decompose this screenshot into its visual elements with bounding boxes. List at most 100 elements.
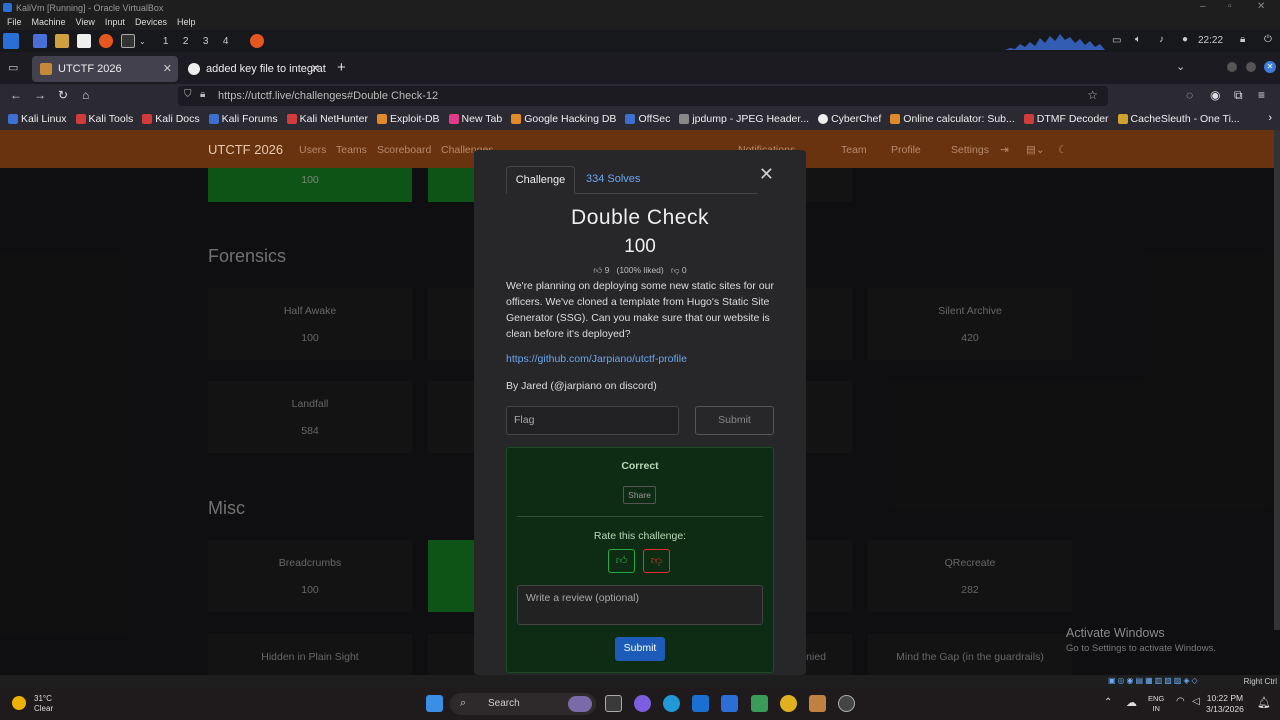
bookmark-item[interactable]: DTMF Decoder bbox=[1023, 113, 1109, 125]
files-icon[interactable] bbox=[55, 34, 69, 48]
tray-overflow-icon[interactable]: ⌃ bbox=[1104, 697, 1112, 708]
flag-submit-button[interactable]: Submit bbox=[695, 406, 774, 435]
wifi-icon[interactable]: ◠ bbox=[1176, 696, 1185, 707]
tab-challenge[interactable]: Challenge bbox=[506, 166, 575, 194]
volume-icon[interactable]: 🔈︎ bbox=[1135, 34, 1141, 45]
close-icon[interactable]: ✕ bbox=[1257, 1, 1265, 12]
menu-machine[interactable]: Machine bbox=[32, 17, 66, 30]
virtualbox-taskbar-icon[interactable] bbox=[809, 695, 826, 712]
notification-bell-icon[interactable]: 🔔︎ bbox=[1257, 696, 1271, 709]
review-textarea[interactable]: Write a review (optional) bbox=[517, 585, 763, 625]
lock-icon[interactable]: 🔒︎ bbox=[1240, 34, 1245, 45]
store-icon[interactable] bbox=[721, 695, 738, 712]
menu-file[interactable]: File bbox=[7, 17, 22, 30]
tab-utctf[interactable]: UTCTF 2026 ✕ bbox=[32, 56, 178, 82]
theme-toggle-icon[interactable]: ☾ bbox=[1058, 144, 1067, 156]
nav-settings[interactable]: Settings bbox=[951, 144, 989, 156]
bookmark-item[interactable]: New Tab bbox=[448, 113, 502, 125]
logout-icon[interactable]: ⇥ bbox=[1000, 144, 1009, 156]
account-icon[interactable]: ◉ bbox=[1210, 88, 1220, 102]
taskbar-search[interactable]: ⌕ Search bbox=[450, 693, 596, 715]
power-icon[interactable]: ⏻ bbox=[1264, 34, 1272, 45]
language-indicator[interactable]: ENG IN bbox=[1148, 694, 1164, 714]
pocket-icon[interactable]: ◌ bbox=[1186, 88, 1193, 102]
bookmark-star-icon[interactable]: ☆ bbox=[1087, 88, 1098, 102]
home-icon[interactable]: ⌂ bbox=[82, 88, 89, 102]
weather-widget[interactable]: 31°C Clear bbox=[12, 694, 53, 714]
bookmark-item[interactable]: Kali Linux bbox=[8, 113, 67, 125]
share-button[interactable]: Share bbox=[623, 486, 656, 504]
display-icon[interactable]: ▭ bbox=[1112, 35, 1121, 46]
review-submit-button[interactable]: Submit bbox=[615, 637, 665, 661]
thumbs-down-button[interactable]: 👎︎ bbox=[643, 549, 670, 573]
kali-menu-icon[interactable] bbox=[3, 33, 19, 49]
tab-solves[interactable]: 334 Solves bbox=[586, 173, 640, 185]
terminal-icon[interactable] bbox=[121, 34, 135, 48]
chevron-down-icon[interactable]: ⌄ bbox=[1176, 60, 1185, 73]
chevron-right-icon[interactable]: › bbox=[1268, 112, 1272, 124]
workspace-3[interactable]: 3 bbox=[196, 36, 216, 47]
lock-icon[interactable]: 🔒︎ bbox=[200, 89, 205, 100]
minimize-icon[interactable] bbox=[1227, 62, 1237, 72]
edge-icon[interactable] bbox=[663, 695, 680, 712]
challenge-link[interactable]: https://github.com/Jarpiano/utctf-profil… bbox=[506, 353, 687, 365]
language-icon[interactable]: ▤⌄ bbox=[1026, 144, 1045, 156]
bookmark-item[interactable]: jpdump - JPEG Header... bbox=[679, 113, 809, 125]
menu-devices[interactable]: Devices bbox=[135, 17, 167, 30]
firefox-icon[interactable] bbox=[99, 34, 113, 48]
bell-icon[interactable]: ♪ bbox=[1159, 34, 1164, 45]
forward-icon[interactable]: → bbox=[34, 88, 46, 102]
close-icon[interactable]: ✕ bbox=[1264, 61, 1276, 73]
maximize-icon[interactable] bbox=[1246, 62, 1256, 72]
bookmark-item[interactable]: Kali Forums bbox=[208, 113, 278, 125]
site-brand[interactable]: UTCTF 2026 bbox=[208, 142, 283, 157]
new-tab-icon[interactable]: + bbox=[337, 59, 346, 76]
nav-scoreboard[interactable]: Scoreboard bbox=[377, 144, 431, 156]
copilot-icon[interactable] bbox=[634, 695, 651, 712]
flag-input[interactable]: Flag bbox=[506, 406, 679, 435]
taskbar-clock[interactable]: 10:22 PM 3/13/2026 bbox=[1206, 693, 1244, 715]
menu-view[interactable]: View bbox=[76, 17, 95, 30]
tab-list-icon[interactable]: ▭ bbox=[8, 61, 18, 74]
vscode-icon[interactable] bbox=[751, 695, 768, 712]
thumbs-up-button[interactable]: 👍︎ bbox=[608, 549, 635, 573]
outlook-icon[interactable] bbox=[692, 695, 709, 712]
page-scrollbar[interactable] bbox=[1274, 130, 1280, 630]
chevron-down-icon[interactable]: ⌄ bbox=[139, 37, 146, 46]
settings-icon[interactable] bbox=[838, 695, 855, 712]
menu-help[interactable]: Help bbox=[177, 17, 196, 30]
workspace-1[interactable]: 1 bbox=[156, 36, 176, 47]
vbox-device-icons[interactable]: ▣◎◉▤▦▥▧▨◈◇ bbox=[1108, 676, 1200, 685]
bookmark-item[interactable]: Exploit-DB bbox=[376, 113, 440, 125]
bookmark-item[interactable]: Google Hacking DB bbox=[511, 113, 616, 125]
workspace-2[interactable]: 2 bbox=[176, 36, 196, 47]
close-tab-icon[interactable]: ✕ bbox=[311, 62, 320, 75]
url-bar[interactable]: ⛉ 🔒︎ https://utctf.live/challenges#Doubl… bbox=[178, 86, 1108, 106]
maximize-icon[interactable]: ▫ bbox=[1228, 1, 1232, 12]
nav-profile[interactable]: Profile bbox=[891, 144, 921, 156]
bookmark-item[interactable]: Kali Docs bbox=[142, 113, 200, 125]
hamburger-menu-icon[interactable]: ≡ bbox=[1258, 88, 1265, 102]
firefox-window-icon[interactable] bbox=[249, 34, 264, 48]
close-tab-icon[interactable]: ✕ bbox=[163, 62, 172, 75]
bookmark-item[interactable]: OffSec bbox=[625, 113, 670, 125]
nav-team[interactable]: Team bbox=[841, 144, 867, 156]
shield-icon[interactable]: ⛉ bbox=[184, 89, 192, 100]
bookmark-item[interactable]: CacheSleuth - One Ti... bbox=[1117, 113, 1240, 125]
menu-input[interactable]: Input bbox=[105, 17, 125, 30]
bookmark-item[interactable]: Online calculator: Sub... bbox=[890, 113, 1015, 125]
reload-icon[interactable]: ↻ bbox=[58, 88, 68, 102]
minimize-icon[interactable]: – bbox=[1200, 1, 1206, 12]
task-view-icon[interactable] bbox=[605, 695, 622, 712]
bookmark-item[interactable]: Kali Tools bbox=[75, 113, 133, 125]
back-icon[interactable]: ← bbox=[10, 88, 22, 102]
panel-time[interactable]: 22:22 bbox=[1198, 35, 1223, 46]
bookmark-item[interactable]: Kali NetHunter bbox=[286, 113, 368, 125]
bookmark-item[interactable]: CyberChef bbox=[818, 113, 881, 125]
workspace-4[interactable]: 4 bbox=[216, 36, 236, 47]
windows-start-icon[interactable] bbox=[426, 695, 443, 712]
chrome-icon[interactable] bbox=[780, 695, 797, 712]
text-editor-icon[interactable] bbox=[77, 34, 91, 48]
close-modal-icon[interactable]: ✕ bbox=[759, 164, 774, 185]
desktop-icon[interactable] bbox=[33, 34, 47, 48]
